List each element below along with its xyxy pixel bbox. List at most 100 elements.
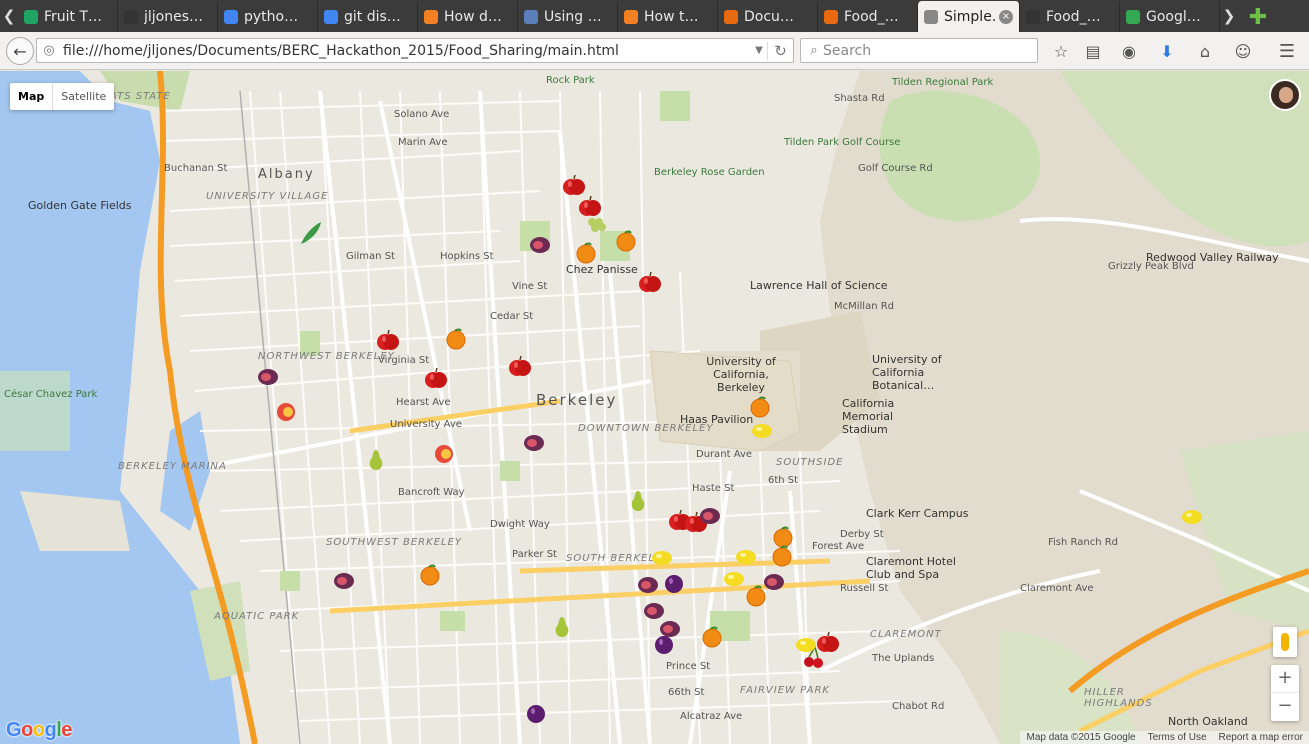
download-icon[interactable]: ⬇	[1156, 40, 1178, 62]
albany-label: Albany	[258, 167, 315, 182]
lemon-marker-icon[interactable]	[649, 545, 675, 571]
fig-marker-icon[interactable]	[521, 429, 547, 455]
new-tab-icon[interactable]: ✚	[1244, 2, 1272, 32]
browser-tab[interactable]: Using …	[518, 2, 618, 32]
map-type-satellite-button[interactable]: Satellite	[53, 83, 114, 110]
orange-marker-icon[interactable]	[573, 240, 599, 266]
haas-pavilion-label: Haas Pavilion	[680, 413, 754, 426]
report-map-error-link[interactable]: Report a map error	[1213, 731, 1309, 744]
apple-marker-icon[interactable]	[423, 366, 449, 392]
orange-marker-icon[interactable]	[747, 394, 773, 420]
golden-gate-fields-label: Golden Gate Fields	[28, 199, 132, 212]
orange-marker-icon[interactable]	[699, 624, 725, 650]
apple-marker-icon[interactable]	[375, 328, 401, 354]
street-label: Hearst Ave	[396, 397, 451, 408]
reload-icon[interactable]: ↻	[767, 41, 793, 60]
tab-scroll-left-icon[interactable]: ❮	[0, 0, 18, 32]
herb-marker-icon[interactable]	[297, 220, 323, 246]
loading-icon	[724, 10, 738, 24]
peach-marker-icon[interactable]	[273, 398, 299, 424]
claremont-label: CLAREMONT	[870, 629, 942, 640]
north-oakland-label: North Oakland	[1168, 715, 1248, 728]
home-icon[interactable]: ⌂	[1194, 40, 1216, 62]
search-bar[interactable]: ⌕	[800, 38, 1038, 63]
globe-icon: ◎	[43, 43, 55, 58]
street-label: Alcatraz Ave	[680, 711, 743, 722]
tab-label: Using …	[544, 9, 602, 25]
tab-close-icon[interactable]: ×	[999, 9, 1013, 24]
map-type-map-button[interactable]: Map	[10, 83, 54, 110]
user-avatar[interactable]	[1269, 79, 1301, 111]
apple-marker-icon[interactable]	[507, 354, 533, 380]
fig-marker-icon[interactable]	[527, 231, 553, 257]
orange-marker-icon[interactable]	[417, 562, 443, 588]
street-label: Virginia St	[378, 355, 430, 366]
fig-marker-icon[interactable]	[697, 502, 723, 528]
tab-bar: ❮ Fruit T… jljones… pytho… git dis… How d… Us…	[0, 0, 1309, 32]
menu-icon[interactable]: ☰	[1276, 40, 1298, 62]
terms-of-use-link[interactable]: Terms of Use	[1142, 731, 1213, 744]
street-label: Vine St	[512, 281, 548, 292]
map-canvas[interactable]: Mudflats State Albany UNIVERSITY VILLAGE…	[0, 71, 1309, 744]
browser-tab[interactable]: Food_…	[1020, 2, 1120, 32]
lemon-marker-icon[interactable]	[793, 632, 819, 658]
browser-tab[interactable]: git dis…	[318, 2, 418, 32]
plum-marker-icon[interactable]	[661, 570, 687, 596]
orange-marker-icon[interactable]	[613, 228, 639, 254]
back-button[interactable]: ←	[6, 37, 34, 65]
zoom-in-button[interactable]: +	[1271, 665, 1299, 693]
browser-tab[interactable]: How t…	[618, 2, 718, 32]
plum-marker-icon[interactable]	[523, 700, 549, 726]
reading-list-icon[interactable]: ▤	[1082, 40, 1104, 62]
browser-tab[interactable]: pytho…	[218, 2, 318, 32]
orange-marker-icon[interactable]	[443, 326, 469, 352]
southside-label: SOUTHSIDE	[776, 457, 844, 468]
doc-icon	[524, 10, 538, 24]
tab-label: Docu…	[744, 9, 794, 25]
tilden-park-label: Tilden Regional Park	[892, 77, 994, 88]
bookmark-star-icon[interactable]: ☆	[1050, 40, 1072, 62]
street-label: McMillan Rd	[834, 301, 895, 312]
orange-marker-icon[interactable]	[769, 543, 795, 569]
grapes-marker-icon[interactable]	[583, 213, 609, 239]
browser-tab[interactable]: Simple… ×	[918, 1, 1020, 32]
browser-tab[interactable]: Fruit T…	[18, 2, 118, 32]
rose-garden-label: Berkeley Rose Garden	[654, 167, 765, 178]
street-label: Parker St	[512, 549, 557, 560]
pear-marker-icon[interactable]	[625, 488, 651, 514]
fig-marker-icon[interactable]	[255, 363, 281, 389]
browser-tab[interactable]: Food_…	[818, 2, 918, 32]
pear-marker-icon[interactable]	[549, 614, 575, 640]
sheets-icon	[24, 10, 38, 24]
street-label: Fish Ranch Rd	[1048, 537, 1119, 548]
street-view-pegman-icon[interactable]	[1273, 627, 1297, 657]
browser-tab[interactable]: jljones…	[118, 2, 218, 32]
street-label: Grizzly Peak Blvd	[1108, 261, 1194, 272]
tab-label: jljones…	[144, 9, 204, 25]
chat-icon[interactable]: ☺	[1232, 40, 1254, 62]
fig-marker-icon[interactable]	[635, 571, 661, 597]
loading-icon	[824, 10, 838, 24]
url-bar[interactable]: ◎ file:///home/jljones/Documents/BERC_Ha…	[36, 38, 794, 63]
fig-marker-icon[interactable]	[331, 567, 357, 593]
browser-tab[interactable]: How d…	[418, 2, 518, 32]
pear-marker-icon[interactable]	[363, 447, 389, 473]
tab-label: How t…	[644, 9, 699, 25]
stackoverflow-icon	[624, 10, 638, 24]
tab-scroll-right-icon[interactable]: ❯	[1220, 0, 1238, 32]
url-history-dropdown-icon[interactable]: ▼	[751, 45, 767, 56]
peach-marker-icon[interactable]	[431, 440, 457, 466]
aquatic-park-label: AQUATIC PARK	[214, 611, 300, 622]
apple-marker-icon[interactable]	[637, 270, 663, 296]
browser-tab[interactable]: Docu…	[718, 2, 818, 32]
lemon-marker-icon[interactable]	[1179, 504, 1205, 530]
url-text[interactable]: file:///home/jljones/Documents/BERC_Hack…	[57, 43, 751, 59]
pocket-icon[interactable]: ◉	[1118, 40, 1140, 62]
zoom-out-button[interactable]: −	[1271, 693, 1299, 721]
lemon-marker-icon[interactable]	[749, 418, 775, 444]
browser-tab[interactable]: Googl…	[1120, 2, 1220, 32]
street-label: Russell St	[840, 583, 889, 594]
fig-marker-icon[interactable]	[761, 568, 787, 594]
fig-marker-icon[interactable]	[657, 615, 683, 641]
search-input[interactable]	[823, 42, 1023, 59]
